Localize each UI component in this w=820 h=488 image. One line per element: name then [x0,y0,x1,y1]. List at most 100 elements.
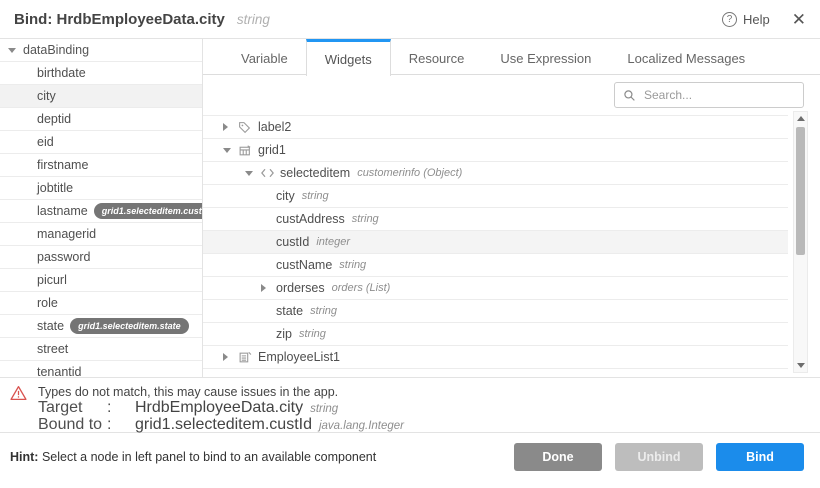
tree-node-label: custId [276,235,309,249]
sidebar-item-birthdate[interactable]: birthdate [0,62,202,85]
tab-variable[interactable]: Variable [223,39,306,75]
tree-node-custaddress[interactable]: custAddress string [203,208,788,231]
warning-bound-row: Bound to : grid1.selecteditem.custId java… [38,417,404,434]
dialog-footer: Hint: Select a node in left panel to bin… [0,432,820,488]
tab-widgets[interactable]: Widgets [306,39,391,76]
tree-node-grid1[interactable]: grid1 [203,139,788,162]
sidebar-item-label: deptid [37,112,71,126]
tag-icon [238,121,258,134]
target-colon: : [107,400,135,417]
warning-lines: Types do not match, this may cause issue… [38,384,404,432]
tree-node-selecteditem[interactable]: selecteditemcustomerinfo (Object) [203,162,788,185]
caret-right-icon[interactable] [223,353,228,361]
title-bar: Bind: HrdbEmployeeData.city string ? Hel… [0,0,820,39]
caret-slot [223,123,238,131]
tree-node-label: city [276,189,295,203]
binding-badge: grid1.selecteditem.custNam [94,203,203,219]
caret-down-icon[interactable] [8,48,16,53]
target-label: Target [38,400,107,417]
sidebar-item-label: managerid [37,227,96,241]
bound-label: Bound to [38,417,107,434]
sidebar-item-role[interactable]: role [0,292,202,315]
caret-down-icon[interactable] [245,171,253,176]
sidebar-item-managerid[interactable]: managerid [0,223,202,246]
unbind-button[interactable]: Unbind [615,443,703,471]
hint-body: Select a node in left panel to bind to a… [42,450,376,464]
caret-right-icon[interactable] [261,284,266,292]
sidebar-item-lastname[interactable]: lastnamegrid1.selecteditem.custNam [0,200,202,223]
tree-node-type: string [299,328,326,340]
help-label: Help [743,12,770,27]
tree-node-label2[interactable]: label2 [203,116,788,139]
tree-node-label: custAddress [276,212,345,226]
bound-value-wrap: grid1.selecteditem.custId java.lang.Integ… [135,417,404,434]
tree-node-custname[interactable]: custNamestring [203,254,788,277]
scrollbar-thumb[interactable] [796,127,805,255]
sidebar-item-label: password [37,250,91,264]
tree-node-type: string [302,190,329,202]
sidebar-item-firstname[interactable]: firstname [0,154,202,177]
tree-node-label: grid1 [258,143,286,157]
dialog-body: dataBinding birthdatecitydeptideidfirstn… [0,39,820,377]
tree-node-orderses[interactable]: orderses orders (List) [203,277,788,300]
sidebar-item-password[interactable]: password [0,246,202,269]
warning-icon [10,384,38,432]
sidebar-items: birthdatecity deptid eid firstname jobtitle l… [0,62,202,377]
search-icon [623,89,636,102]
bind-button[interactable]: Bind [716,443,804,471]
help-icon: ? [722,12,737,27]
caret-slot [261,284,276,292]
dialog-title: Bind: HrdbEmployeeData.city [14,11,225,28]
scroll-down-icon[interactable] [794,363,807,368]
tree-node-state[interactable]: statestring [203,300,788,323]
bound-colon: : [107,417,135,434]
scroll-up-icon[interactable] [794,116,807,121]
sidebar-item-deptid[interactable]: deptid [0,108,202,131]
close-icon[interactable]: ✕ [792,11,806,28]
bound-type: java.lang.Integer [319,420,404,432]
help-button[interactable]: ? Help [722,12,770,27]
code-icon [260,167,280,179]
sidebar-item-city[interactable]: city [0,85,202,108]
search-input[interactable] [642,87,803,103]
warning-message: Types do not match, this may cause issue… [38,384,404,400]
tab-resource[interactable]: Resource [391,39,483,75]
sidebar-item-label: eid [37,135,54,149]
tree-node-label: EmployeeList1 [258,350,340,364]
tab-localized-messages[interactable]: Localized Messages [609,39,763,75]
sidebar-item-eid[interactable]: eid [0,131,202,154]
tree-node-label: selecteditem [280,166,350,180]
list-icon [238,351,258,364]
scrollbar[interactable] [793,111,808,373]
footer-buttons: Done Unbind Bind [514,443,804,471]
sidebar-item-picurl[interactable]: picurl [0,269,202,292]
type-mismatch-warning: Types do not match, this may cause issue… [0,377,820,432]
sidebar-item-databinding[interactable]: dataBinding [0,39,202,62]
tree-node-employeelist1[interactable]: EmployeeList1 [203,346,788,369]
tree-node-type: integer [316,236,350,248]
tree-node-city[interactable]: city string [203,185,788,208]
tree-node-type: string [310,305,337,317]
tree-node-type: orders (List) [332,282,391,294]
tree-node-type: string [339,259,366,271]
bind-dialog: Bind: HrdbEmployeeData.city string ? Hel… [0,0,820,488]
sidebar-item-label: jobtitle [37,181,73,195]
bound-value: grid1.selecteditem.custId [135,416,312,433]
tree-node-zip[interactable]: zipstring [203,323,788,346]
sidebar-item-street[interactable]: street [0,338,202,361]
caret-slot [245,171,260,176]
tree-node-type: string [352,213,379,225]
caret-right-icon[interactable] [223,123,228,131]
done-button[interactable]: Done [514,443,602,471]
hint-text: Hint: Select a node in left panel to bin… [10,450,376,464]
sidebar-item-state[interactable]: stategrid1.selecteditem.state [0,315,202,338]
tree-node-custid[interactable]: custId integer [203,231,788,254]
sidebar-item-label: firstname [37,158,88,172]
tree-node-label: orderses [276,281,325,295]
tab-use-expression[interactable]: Use Expression [482,39,609,75]
hint-label: Hint: [10,450,38,464]
search-box[interactable] [614,82,804,108]
sidebar-item-tenantid[interactable]: tenantid [0,361,202,377]
sidebar-item-jobtitle[interactable]: jobtitle [0,177,202,200]
caret-down-icon[interactable] [223,148,231,153]
